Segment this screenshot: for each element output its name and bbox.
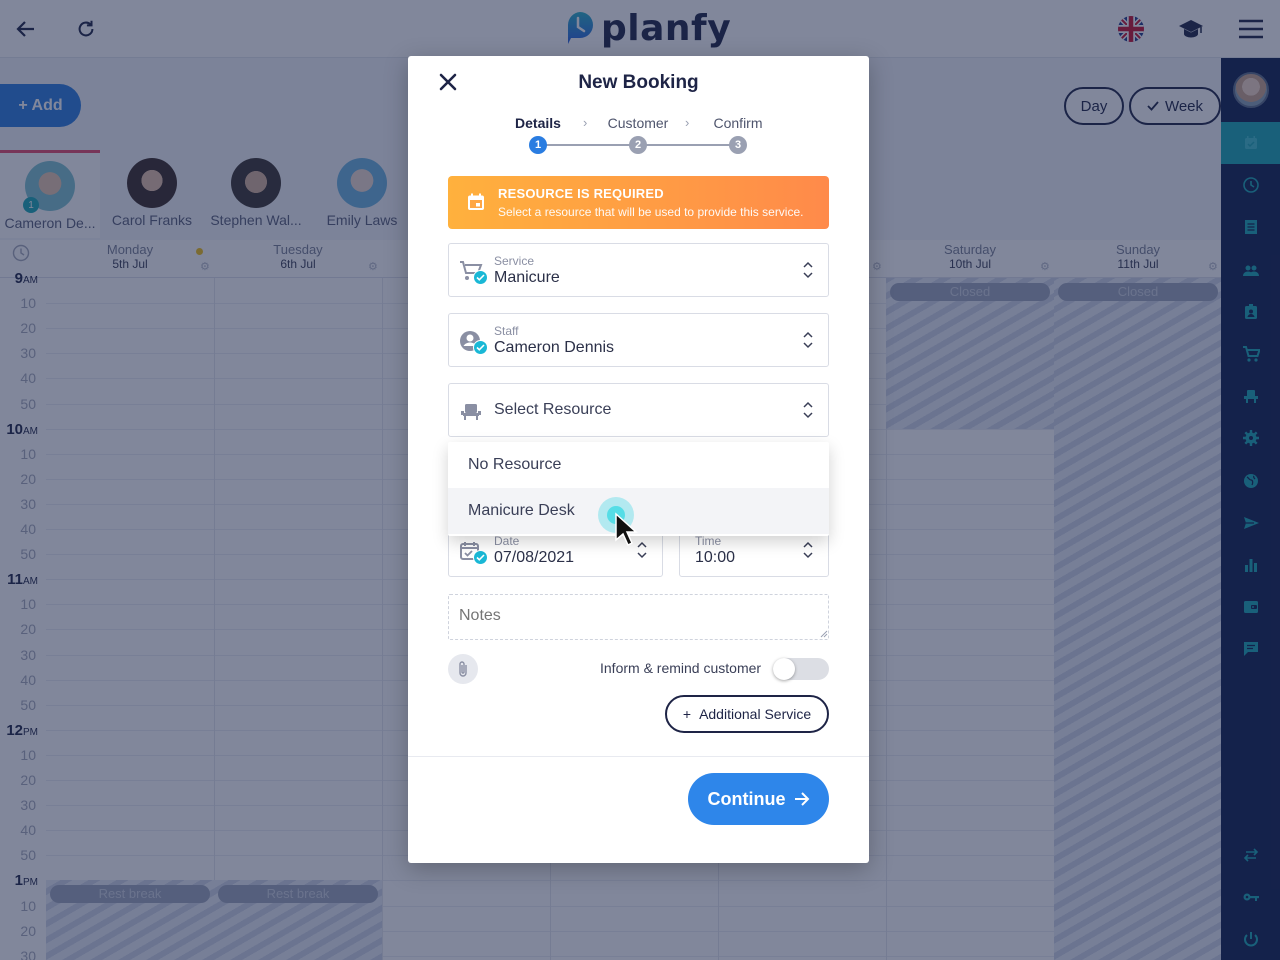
step-customer-label[interactable]: Customer xyxy=(608,115,669,131)
resource-select[interactable]: Select Resource xyxy=(448,383,829,437)
resource-placeholder: Select Resource xyxy=(494,401,612,418)
time-value: 10:00 xyxy=(695,549,736,566)
booking-stepper: Details › Customer › Confirm 1 2 3 xyxy=(503,114,783,158)
mouse-cursor-icon xyxy=(615,512,638,547)
check-circle-icon xyxy=(473,550,488,565)
paperclip-icon xyxy=(459,661,467,677)
inform-customer-toggle[interactable] xyxy=(773,658,829,680)
step-confirm-label[interactable]: Confirm xyxy=(713,115,762,131)
step-customer-dot[interactable]: 2 xyxy=(629,136,647,154)
unfold-icon xyxy=(803,541,813,559)
unfold-icon xyxy=(803,261,813,279)
staff-select[interactable]: Staff Cameron Dennis xyxy=(448,313,829,367)
additional-service-label: Additional Service xyxy=(699,706,812,722)
alert-title: RESOURCE IS REQUIRED xyxy=(498,186,664,201)
notes-textarea[interactable] xyxy=(448,594,829,640)
attach-file-button[interactable] xyxy=(448,654,478,684)
time-label: Time xyxy=(695,534,722,548)
dialog-footer-divider xyxy=(408,756,869,757)
service-value: Manicure xyxy=(494,269,560,286)
arrow-right-icon xyxy=(794,792,809,806)
date-value: 07/08/2021 xyxy=(494,549,575,566)
dialog-title: New Booking xyxy=(578,72,699,93)
staff-value: Cameron Dennis xyxy=(494,339,615,356)
service-label: Service xyxy=(494,254,535,268)
chair-icon xyxy=(461,404,481,420)
check-circle-icon xyxy=(473,270,488,285)
additional-service-button[interactable]: + Additional Service xyxy=(665,695,829,733)
chevron-right-icon: › xyxy=(583,115,588,130)
resize-handle-icon[interactable] xyxy=(820,630,828,638)
continue-button[interactable]: Continue xyxy=(688,773,829,825)
toggle-knob xyxy=(773,658,795,680)
continue-label: Continue xyxy=(707,788,786,809)
plus-icon: + xyxy=(682,706,692,722)
step-details-label[interactable]: Details xyxy=(515,115,561,131)
staff-label: Staff xyxy=(494,324,519,338)
new-booking-dialog: New Booking Details › Customer › Confirm… xyxy=(408,56,869,863)
service-select[interactable]: Service Manicure xyxy=(448,243,829,297)
check-circle-icon xyxy=(473,340,488,355)
chevron-right-icon: › xyxy=(685,115,690,130)
alert-text: Select a resource that will be used to p… xyxy=(498,205,804,219)
inform-customer-label: Inform & remind customer xyxy=(600,660,762,676)
unfold-icon xyxy=(803,401,813,419)
resource-option[interactable]: No Resource xyxy=(448,442,829,488)
step-details-dot[interactable]: 1 xyxy=(529,136,547,154)
calendar-event-icon xyxy=(468,193,484,210)
resource-required-alert: RESOURCE IS REQUIRED Select a resource t… xyxy=(448,176,829,229)
step-confirm-dot[interactable]: 3 xyxy=(729,136,747,154)
unfold-icon xyxy=(803,331,813,349)
date-label: Date xyxy=(494,534,520,548)
